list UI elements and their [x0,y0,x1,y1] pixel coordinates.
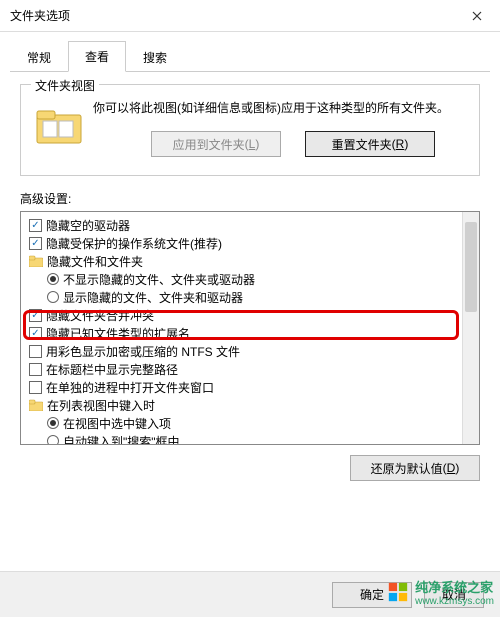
watermark: 纯净系统之家 www.kzmsys.com [383,575,498,609]
checkbox-icon[interactable]: ✓ [29,327,42,340]
tree-item[interactable]: 显示隐藏的文件、文件夹和驱动器 [23,288,477,306]
close-button[interactable] [454,0,500,32]
close-icon [472,11,482,21]
tree-item-label: 在单独的进程中打开文件夹窗口 [46,379,214,396]
advanced-tree[interactable]: ✓ 隐藏空的驱动器 ✓ 隐藏受保护的操作系统文件(推荐)隐藏文件和文件夹不显示隐藏的文… [20,211,480,445]
folder-icon [35,105,83,145]
radio-icon[interactable] [47,417,59,429]
tree-item-label: 隐藏受保护的操作系统文件(推荐) [46,235,222,252]
folder-icon [29,255,43,267]
watermark-logo-icon [387,581,409,603]
folder-view-group: 文件夹视图 你可以将此视图(如详细信息或图标)应用于这种类型的所有文件夹。 应用… [20,84,480,176]
tree-item[interactable]: ✓ 隐藏空的驱动器 [23,216,477,234]
tab-search[interactable]: 搜索 [126,41,184,72]
scrollbar-thumb[interactable] [465,222,477,312]
tree-item-label: 显示隐藏的文件、文件夹和驱动器 [63,289,243,306]
tree-item-label: 在标题栏中显示完整路径 [46,361,178,378]
tree-item-label: 自动键入到"搜索"框中 [63,433,180,446]
tree-item-label: 隐藏空的驱动器 [46,217,130,234]
tree-item-label: 在视图中选中键入项 [63,415,171,432]
window-title: 文件夹选项 [10,7,70,24]
checkbox-icon[interactable]: ✓ [29,309,42,322]
folder-icon [29,399,43,411]
radio-icon[interactable] [47,435,59,445]
tree-item-label: 在列表视图中键入时 [47,397,155,414]
tree-item[interactable]: 在标题栏中显示完整路径 [23,360,477,378]
tab-bar: 常规 查看 搜索 [10,40,490,72]
tree-item: 在列表视图中键入时 [23,396,477,414]
tree-item-label: 隐藏文件夹合并冲突 [46,307,154,324]
tree-item-label: 不显示隐藏的文件、文件夹或驱动器 [63,271,255,288]
advanced-label: 高级设置: [20,190,480,207]
tree-item[interactable]: ✓ 隐藏文件夹合并冲突 [23,306,477,324]
view-panel: 文件夹视图 你可以将此视图(如详细信息或图标)应用于这种类型的所有文件夹。 应用… [0,72,500,493]
watermark-url: www.kzmsys.com [415,596,494,607]
tree-item[interactable]: 在视图中选中键入项 [23,414,477,432]
watermark-text: 纯净系统之家 [415,577,494,596]
tree-item[interactable]: 在单独的进程中打开文件夹窗口 [23,378,477,396]
checkbox-icon[interactable]: ✓ [29,237,42,250]
checkbox-icon[interactable] [29,363,42,376]
tree-item-label: 隐藏文件和文件夹 [47,253,143,270]
checkbox-icon[interactable] [29,345,42,358]
apply-to-folders-button[interactable]: 应用到文件夹(L) [151,131,281,157]
tree-item[interactable]: 不显示隐藏的文件、文件夹或驱动器 [23,270,477,288]
radio-icon[interactable] [47,291,59,303]
tree-item[interactable]: 用彩色显示加密或压缩的 NTFS 文件 [23,342,477,360]
radio-icon[interactable] [47,273,59,285]
tree-item[interactable]: 自动键入到"搜索"框中 [23,432,477,445]
tree-item[interactable]: ✓ 隐藏受保护的操作系统文件(推荐) [23,234,477,252]
tree-item-label: 隐藏已知文件类型的扩展名 [46,325,190,342]
titlebar: 文件夹选项 [0,0,500,32]
restore-defaults-button[interactable]: 还原为默认值(D) [350,455,480,481]
folder-view-desc: 你可以将此视图(如详细信息或图标)应用于这种类型的所有文件夹。 [93,99,449,117]
scrollbar[interactable] [462,212,479,444]
tree-item[interactable]: ✓ 隐藏已知文件类型的扩展名 [23,324,477,342]
tree-item-label: 用彩色显示加密或压缩的 NTFS 文件 [46,343,240,360]
tab-view[interactable]: 查看 [68,41,126,72]
reset-folders-button[interactable]: 重置文件夹(R) [305,131,435,157]
tab-general[interactable]: 常规 [10,41,68,72]
tree-item: 隐藏文件和文件夹 [23,252,477,270]
folder-view-title: 文件夹视图 [31,77,99,94]
checkbox-icon[interactable] [29,381,42,394]
checkbox-icon[interactable]: ✓ [29,219,42,232]
